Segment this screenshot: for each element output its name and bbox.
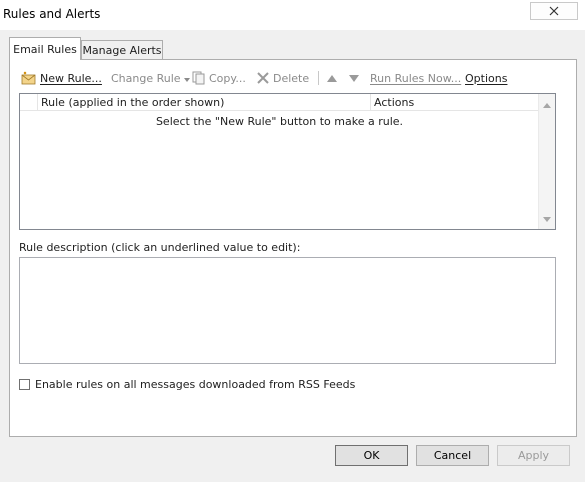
rule-description-box[interactable] xyxy=(19,257,556,364)
change-rule-button[interactable]: Change Rule xyxy=(111,68,190,88)
rules-toolbar: New Rule... Change Rule Copy... Delete R… xyxy=(21,68,569,88)
run-rules-now-button[interactable]: Run Rules Now... xyxy=(370,68,461,88)
change-rule-label: Change Rule xyxy=(111,71,181,85)
copy-icon xyxy=(192,71,206,85)
move-up-button[interactable] xyxy=(327,68,337,88)
scroll-up-icon[interactable] xyxy=(543,98,551,111)
move-down-icon xyxy=(349,74,359,82)
run-rules-now-label: Run Rules Now... xyxy=(370,71,462,85)
scroll-down-icon[interactable] xyxy=(543,212,551,225)
ok-button[interactable]: OK xyxy=(335,445,408,466)
rss-option-row[interactable]: Enable rules on all messages downloaded … xyxy=(19,378,355,391)
tab-email-rules[interactable]: Email Rules xyxy=(9,37,81,60)
move-up-icon xyxy=(327,74,337,82)
rules-list-scrollbar[interactable] xyxy=(538,94,555,229)
rules-list[interactable]: Rule (applied in the order shown) Action… xyxy=(19,93,556,230)
new-rule-icon xyxy=(21,71,37,85)
delete-label: Delete xyxy=(273,71,310,85)
rule-description-label: Rule description (click an underlined va… xyxy=(19,241,301,254)
cancel-button[interactable]: Cancel xyxy=(416,445,489,466)
options-label: Options xyxy=(465,71,508,85)
column-header-corner xyxy=(20,94,37,111)
empty-list-message: Select the "New Rule" button to make a r… xyxy=(155,115,404,128)
options-button[interactable]: Options xyxy=(465,68,507,88)
rss-rules-checkbox[interactable] xyxy=(19,379,30,390)
copy-label: Copy... xyxy=(209,71,246,85)
toolbar-separator xyxy=(318,71,319,85)
column-header-actions[interactable]: Actions xyxy=(371,94,539,111)
move-down-button[interactable] xyxy=(349,68,359,88)
new-rule-label: New Rule... xyxy=(40,71,102,85)
title-bar: Rules and Alerts xyxy=(0,0,585,30)
delete-icon xyxy=(256,71,270,85)
new-rule-button[interactable]: New Rule... xyxy=(21,68,102,88)
dropdown-arrow-icon xyxy=(183,72,190,85)
column-header-rule[interactable]: Rule (applied in the order shown) xyxy=(37,94,371,111)
email-rules-panel: New Rule... Change Rule Copy... Delete R… xyxy=(9,59,577,437)
apply-button[interactable]: Apply xyxy=(497,445,570,466)
copy-button[interactable]: Copy... xyxy=(192,68,246,88)
window-title: Rules and Alerts xyxy=(3,7,101,21)
tab-manage-alerts[interactable]: Manage Alerts xyxy=(81,40,163,60)
close-icon xyxy=(549,6,559,16)
rss-rules-label: Enable rules on all messages downloaded … xyxy=(35,378,356,391)
close-button[interactable] xyxy=(530,2,578,20)
delete-button[interactable]: Delete xyxy=(256,68,309,88)
